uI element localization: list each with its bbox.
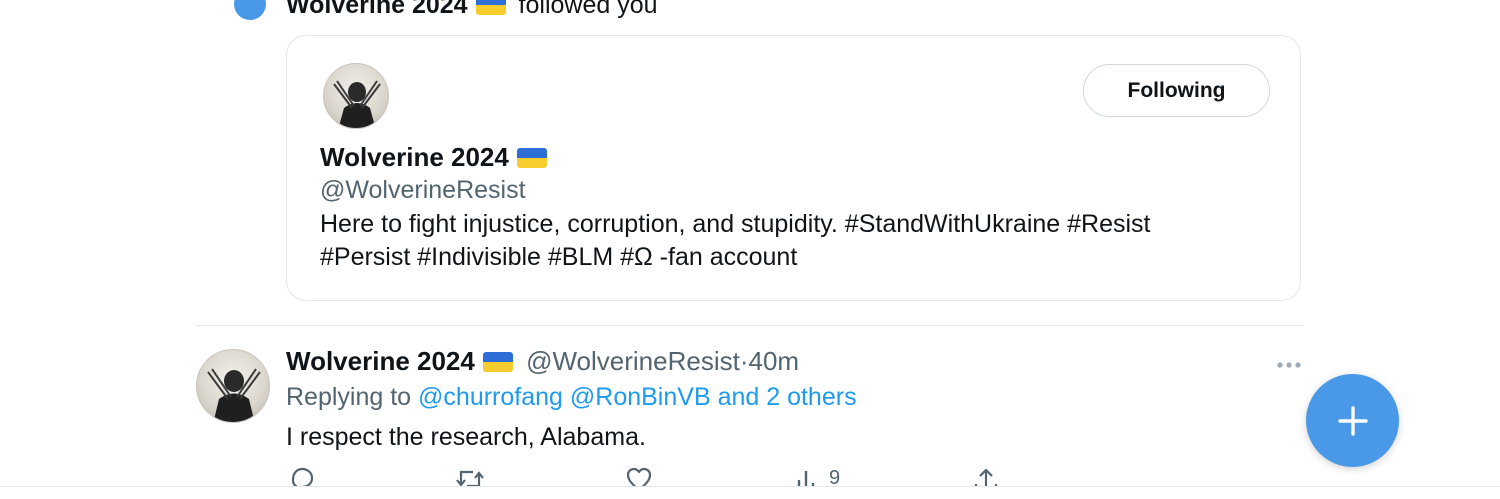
tweet-timestamp[interactable]: 40m xyxy=(749,346,800,376)
avatar[interactable] xyxy=(196,349,270,423)
tweet-header: Wolverine 2024 @WolverineResist·40m xyxy=(286,344,799,378)
replying-to: Replying to @churrofang @RonBinVB and 2 … xyxy=(286,381,857,413)
following-button[interactable]: Following xyxy=(1083,64,1270,117)
ukraine-flag-icon xyxy=(516,148,547,168)
mention-link[interactable]: @RonBinVB xyxy=(570,383,711,411)
notification-user-name[interactable]: Wolverine 2024 xyxy=(286,0,468,19)
ukraine-flag-icon xyxy=(482,352,513,372)
bio-line: #Persist #Indivisible #BLM #Ω -fan accou… xyxy=(320,243,798,271)
ukraine-flag-icon xyxy=(475,0,506,15)
person-icon xyxy=(234,0,266,20)
more-icon[interactable] xyxy=(1276,356,1302,368)
mention-link[interactable]: @churrofang xyxy=(418,383,563,411)
bio-line: Here to fight injustice, corruption, and… xyxy=(320,210,1151,238)
tweet-author-handle[interactable]: @WolverineResist xyxy=(526,346,740,376)
tweet-text: I respect the research, Alabama. xyxy=(286,423,646,451)
compose-button[interactable] xyxy=(1306,374,1399,467)
replying-prefix: Replying to xyxy=(286,383,412,411)
divider xyxy=(196,325,1304,326)
profile-bio: Here to fight injustice, corruption, and… xyxy=(320,208,1280,274)
tweet-author-name[interactable]: Wolverine 2024 xyxy=(286,346,475,376)
follow-notification[interactable]: Wolverine 2024 followed you xyxy=(286,0,658,20)
profile-card[interactable]: Following Wolverine 2024 @WolverineResis… xyxy=(286,35,1301,301)
compose-plus-icon xyxy=(1337,405,1368,436)
separator-dot: · xyxy=(739,346,749,376)
profile-name[interactable]: Wolverine 2024 xyxy=(320,142,509,172)
notification-text: followed you xyxy=(518,0,658,19)
profile-name-row[interactable]: Wolverine 2024 xyxy=(320,140,553,174)
notifications-page: Wolverine 2024 followed you Following Wo… xyxy=(0,0,1500,499)
bottom-tab-bar xyxy=(0,486,1500,499)
others-link[interactable]: and 2 others xyxy=(718,383,857,411)
profile-handle[interactable]: @WolverineResist xyxy=(320,174,526,206)
avatar[interactable] xyxy=(323,63,389,129)
